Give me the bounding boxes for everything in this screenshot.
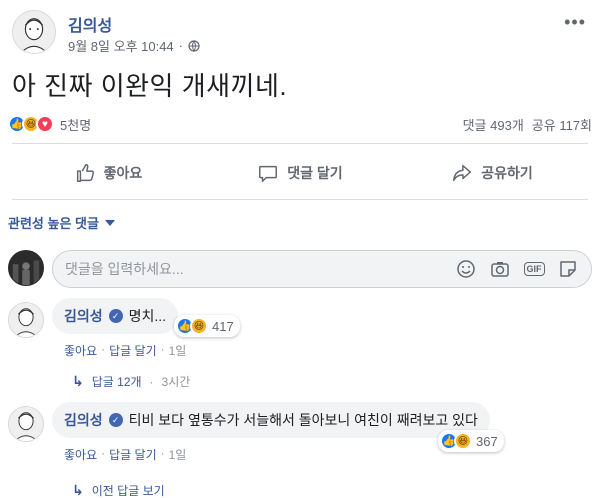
comment-bubble: 김의성 ✓ 티비 보다 옆통수가 서늘해서 돌아보니 여친이 째려보고 있다 [52,402,490,438]
comment-item: 김의성 ✓ 티비 보다 옆통수가 서늘해서 돌아보니 여친이 째려보고 있다 👍… [8,402,592,498]
haha-icon: 😆 [190,317,208,335]
post-stats: 댓글 493개 공유 117회 [463,115,592,134]
replies-age: 3시간 [161,375,191,389]
more-options-icon[interactable]: ••• [564,12,586,33]
camera-icon[interactable] [489,258,511,280]
previous-replies-label: 이전 답글 보기 [91,484,165,498]
post-timestamp[interactable]: 9월 8일 오후 10:44 [68,36,174,55]
haha-icon: 😆 [454,432,472,450]
comment-actions: 좋아요 · 답글 달기 · 1일 [64,446,187,463]
comment-item: 김의성 ✓ 명치... 👍 😆 417 좋아요 · 답글 달기 · 1일 ↳ 답… [8,298,592,392]
comment-box-icons: GIF [455,258,591,280]
replies-count: 답글 12개 [91,375,142,389]
comment-reaction-count: 367 [476,433,498,449]
comment-reactions[interactable]: 👍 😆 367 [438,430,504,452]
comment-author[interactable]: 김의성 [64,410,103,430]
commenter-avatar[interactable] [8,302,44,338]
comment-age[interactable]: 1일 [169,446,187,463]
emoji-icon[interactable] [455,258,477,280]
comment-input[interactable] [53,261,455,277]
comment-author[interactable]: 김의성 [64,306,103,326]
post-header: 김의성 9월 8일 오후 10:44 · ••• [12,6,588,58]
view-replies-link[interactable]: ↳ 답글 12개 · 3시간 [72,373,190,390]
post-meta: 9월 8일 오후 10:44 · [68,36,200,55]
comment-age[interactable]: 1일 [169,342,187,359]
comment-button-label: 댓글 달기 [287,165,343,181]
sticker-icon[interactable] [557,258,579,280]
like-button-label: 좋아요 [103,165,143,181]
comment-bubble-icon [259,165,278,182]
post-text: 아 진짜 이완익 개새끼네. [12,71,288,101]
caret-down-icon [104,219,115,226]
comment-count[interactable]: 댓글 493개 [463,115,524,134]
verified-badge-icon: ✓ [108,413,123,427]
comment-input-row: GIF [8,248,592,292]
verified-badge-icon: ✓ [108,309,123,323]
comment-actions: 좋아요 · 답글 달기 · 1일 [64,342,187,359]
gif-icon[interactable]: GIF [523,258,545,280]
current-user-avatar[interactable] [8,250,44,286]
post-author-name[interactable]: 김의성 [68,12,112,36]
comment-reactions[interactable]: 👍 😆 417 [174,315,240,337]
divider [12,199,588,200]
post-action-row: 좋아요 댓글 달기 공유하기 [12,150,588,196]
comment-like-link[interactable]: 좋아요 [64,342,97,359]
reactions-bar: 👍 😆 ♥ 5천명 댓글 493개 공유 117회 [8,112,592,136]
view-previous-replies-link[interactable]: ↳ 이전 답글 보기 [72,482,165,498]
share-count[interactable]: 공유 117회 [532,115,592,134]
comment-text: 명치... [128,308,167,324]
thumbs-up-icon [76,164,94,182]
share-button[interactable]: 공유하기 [396,150,588,196]
globe-icon[interactable] [188,39,200,52]
comment-sort-dropdown[interactable]: 관련성 높은 댓글 [8,213,115,232]
reaction-icons[interactable]: 👍 😆 ♥ [8,115,54,133]
love-icon: ♥ [36,115,54,133]
comment-button[interactable]: 댓글 달기 [204,150,396,196]
comment-text: 티비 보다 옆통수가 서늘해서 돌아보니 여친이 째려보고 있다 [128,412,478,428]
comment-box: GIF [52,250,592,288]
comment-like-link[interactable]: 좋아요 [64,446,97,463]
reaction-count[interactable]: 5천명 [60,115,91,134]
share-button-label: 공유하기 [481,165,533,181]
divider [12,143,588,144]
share-arrow-icon [453,164,472,182]
like-button[interactable]: 좋아요 [12,150,204,196]
author-avatar[interactable] [12,10,56,54]
comment-bubble: 김의성 ✓ 명치... [52,298,179,334]
commenter-avatar[interactable] [8,406,44,442]
reply-arrow-icon: ↳ [72,482,84,498]
comment-reply-link[interactable]: 답글 달기 [109,342,157,359]
comment-reaction-count: 417 [212,318,234,334]
comment-reply-link[interactable]: 답글 달기 [109,446,157,463]
comment-sort-label: 관련성 높은 댓글 [8,216,99,231]
reply-arrow-icon: ↳ [72,373,84,389]
